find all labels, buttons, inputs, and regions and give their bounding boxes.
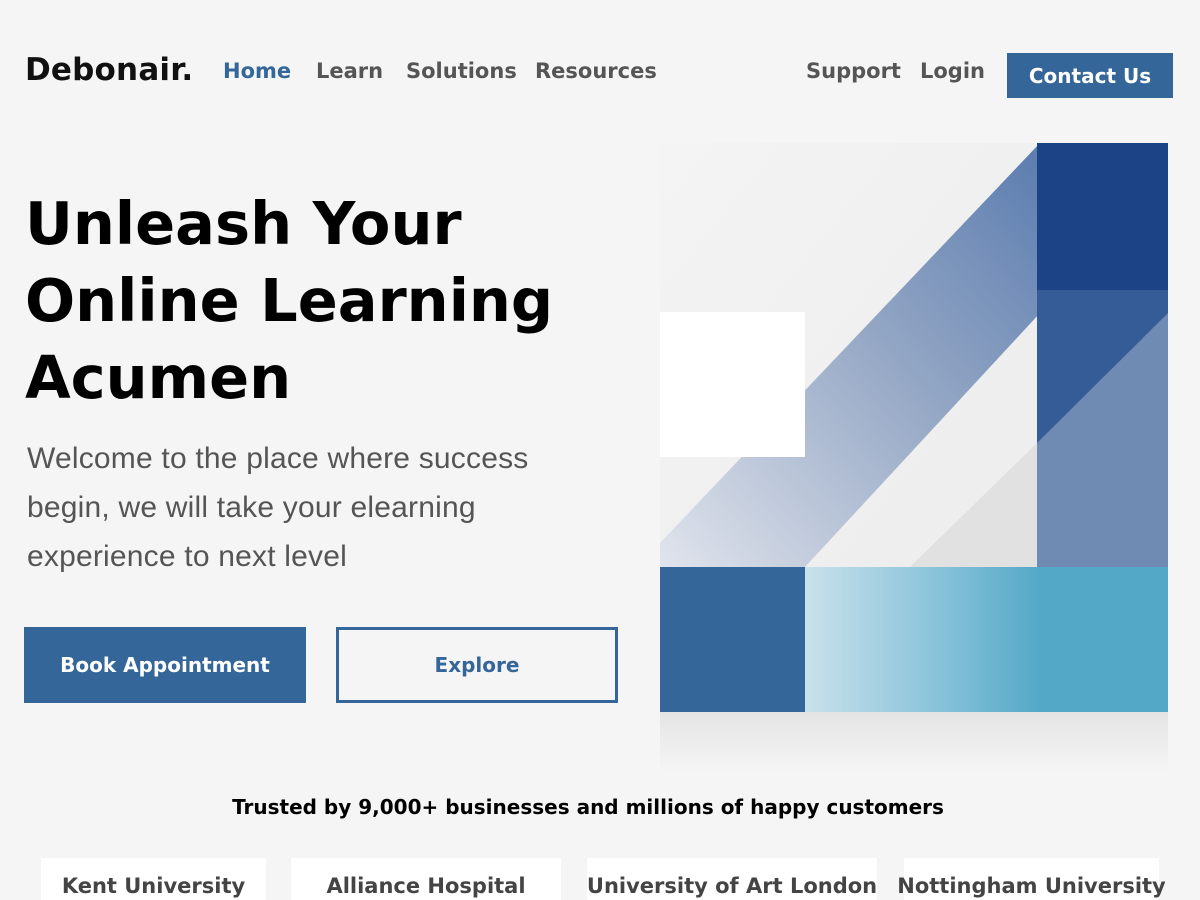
nav-login[interactable]: Login	[920, 59, 985, 83]
hero-illustration	[660, 143, 1168, 773]
partner-kent-university: Kent University	[41, 858, 266, 900]
hero-subtitle: Welcome to the place where success begin…	[27, 434, 627, 581]
contact-us-button[interactable]: Contact Us	[1007, 53, 1173, 98]
trusted-headline: Trusted by 9,000+ businesses and million…	[232, 795, 944, 819]
hero-subtitle-line: begin, we will take your elearning	[27, 491, 476, 524]
logo[interactable]: Debonair.	[25, 52, 193, 88]
hero-title-line: Acumen	[25, 343, 292, 412]
nav-resources[interactable]: Resources	[535, 59, 657, 83]
hero-subtitle-line: experience to next level	[27, 540, 347, 573]
nav-support[interactable]: Support	[806, 59, 901, 83]
hero-subtitle-line: Welcome to the place where success	[27, 442, 529, 475]
book-appointment-button[interactable]: Book Appointment	[24, 627, 306, 703]
hero-title: Unleash Your Online Learning Acumen	[25, 185, 585, 416]
explore-button[interactable]: Explore	[336, 627, 618, 703]
nav-solutions[interactable]: Solutions	[406, 59, 517, 83]
nav-home[interactable]: Home	[223, 59, 291, 83]
partner-university-of-art-london: University of Art London	[587, 858, 877, 900]
hero-title-line: Unleash Your	[25, 189, 462, 258]
nav-learn[interactable]: Learn	[316, 59, 383, 83]
partner-nottingham-university: Nottingham University	[897, 858, 1166, 900]
partner-alliance-hospital: Alliance Hospital	[291, 858, 561, 900]
hero-title-line: Online Learning	[25, 266, 554, 335]
